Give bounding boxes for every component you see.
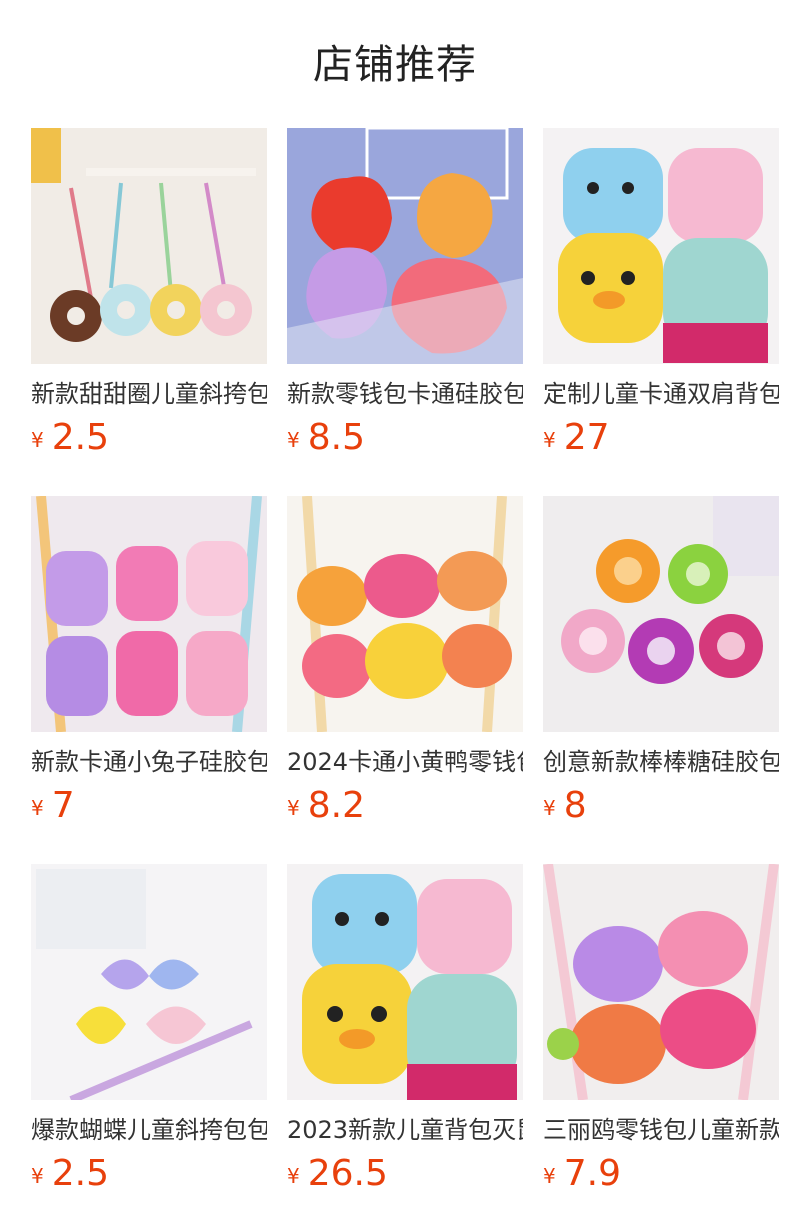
page-title: 店铺推荐	[313, 42, 477, 88]
product-image[interactable]	[543, 496, 779, 732]
currency-symbol: ¥	[543, 796, 556, 820]
product-price: ¥27	[543, 416, 779, 460]
product-price: ¥7.9	[543, 1152, 779, 1196]
product-name[interactable]: 2023新款儿童背包灭鼠	[287, 1114, 523, 1146]
price-amount: 2.5	[51, 417, 109, 458]
product-name[interactable]: 创意新款棒棒糖硅胶包	[543, 746, 779, 778]
product-name[interactable]: 2024卡通小黄鸭零钱包	[287, 746, 523, 778]
product-card[interactable]: 爆款蝴蝶儿童斜挎包包 ¥2.5	[31, 864, 267, 1196]
currency-symbol: ¥	[543, 1164, 556, 1188]
price-amount: 2.5	[51, 1153, 109, 1194]
product-card[interactable]: 2023新款儿童背包灭鼠 ¥26.5	[287, 864, 523, 1196]
product-image[interactable]	[31, 128, 267, 364]
bunny-bags-icon	[31, 496, 267, 732]
price-amount: 27	[563, 417, 610, 458]
product-name[interactable]: 新款甜甜圈儿童斜挎包	[31, 378, 267, 410]
product-card[interactable]: 新款零钱包卡通硅胶包 ¥8.5	[287, 128, 523, 460]
currency-symbol: ¥	[31, 796, 44, 820]
price-amount: 8.5	[307, 417, 365, 458]
product-name[interactable]: 爆款蝴蝶儿童斜挎包包	[31, 1114, 267, 1146]
animal-backpacks-icon	[543, 128, 779, 364]
duck-bags-icon	[287, 496, 523, 732]
product-image[interactable]	[543, 128, 779, 364]
product-card[interactable]: 新款甜甜圈儿童斜挎包 ¥2.5	[31, 128, 267, 460]
strawberry-bags-icon	[287, 128, 523, 364]
product-card[interactable]: 新款卡通小兔子硅胶包 ¥7	[31, 496, 267, 828]
product-card[interactable]: 2024卡通小黄鸭零钱包 ¥8.2	[287, 496, 523, 828]
product-image[interactable]	[31, 864, 267, 1100]
animal-backpacks-icon	[287, 864, 523, 1100]
currency-symbol: ¥	[287, 1164, 300, 1188]
currency-symbol: ¥	[31, 1164, 44, 1188]
product-price: ¥26.5	[287, 1152, 523, 1196]
price-amount: 26.5	[307, 1153, 388, 1194]
product-image[interactable]	[287, 496, 523, 732]
price-amount: 7.9	[563, 1153, 621, 1194]
price-amount: 7	[51, 785, 75, 826]
product-image[interactable]	[287, 128, 523, 364]
product-price: ¥7	[31, 784, 267, 828]
recommendation-section: 店铺推荐 新款甜甜圈儿童斜挎包 ¥2.5 新款零钱包卡通硅胶包 ¥ 8.5 定制…	[0, 0, 790, 1232]
product-name[interactable]: 新款卡通小兔子硅胶包	[31, 746, 267, 778]
product-card[interactable]: 创意新款棒棒糖硅胶包 ¥8	[543, 496, 779, 828]
product-price: ¥8	[543, 784, 779, 828]
currency-symbol: ¥	[543, 428, 556, 452]
crab-bags-icon	[543, 864, 779, 1100]
currency-symbol: ¥	[287, 428, 300, 452]
price-amount: 8.2	[307, 785, 365, 826]
product-name[interactable]: 新款零钱包卡通硅胶包	[287, 378, 523, 410]
currency-symbol: ¥	[287, 796, 300, 820]
product-price: ¥2.5	[31, 1152, 267, 1196]
currency-symbol: ¥	[31, 428, 44, 452]
product-card[interactable]: 定制儿童卡通双肩背包 ¥27	[543, 128, 779, 460]
butterfly-bags-icon	[31, 864, 267, 1100]
product-image[interactable]	[287, 864, 523, 1100]
price-amount: 8	[563, 785, 587, 826]
donut-bags-icon	[31, 128, 267, 364]
product-name[interactable]: 定制儿童卡通双肩背包	[543, 378, 779, 410]
product-price: ¥8.5	[287, 416, 523, 460]
product-name[interactable]: 三丽鸥零钱包儿童新款	[543, 1114, 779, 1146]
product-image[interactable]	[543, 864, 779, 1100]
product-price: ¥8.2	[287, 784, 523, 828]
lollipop-bags-icon	[543, 496, 779, 732]
product-price: ¥2.5	[31, 416, 267, 460]
product-image[interactable]	[31, 496, 267, 732]
product-card[interactable]: 三丽鸥零钱包儿童新款 ¥7.9	[543, 864, 779, 1196]
